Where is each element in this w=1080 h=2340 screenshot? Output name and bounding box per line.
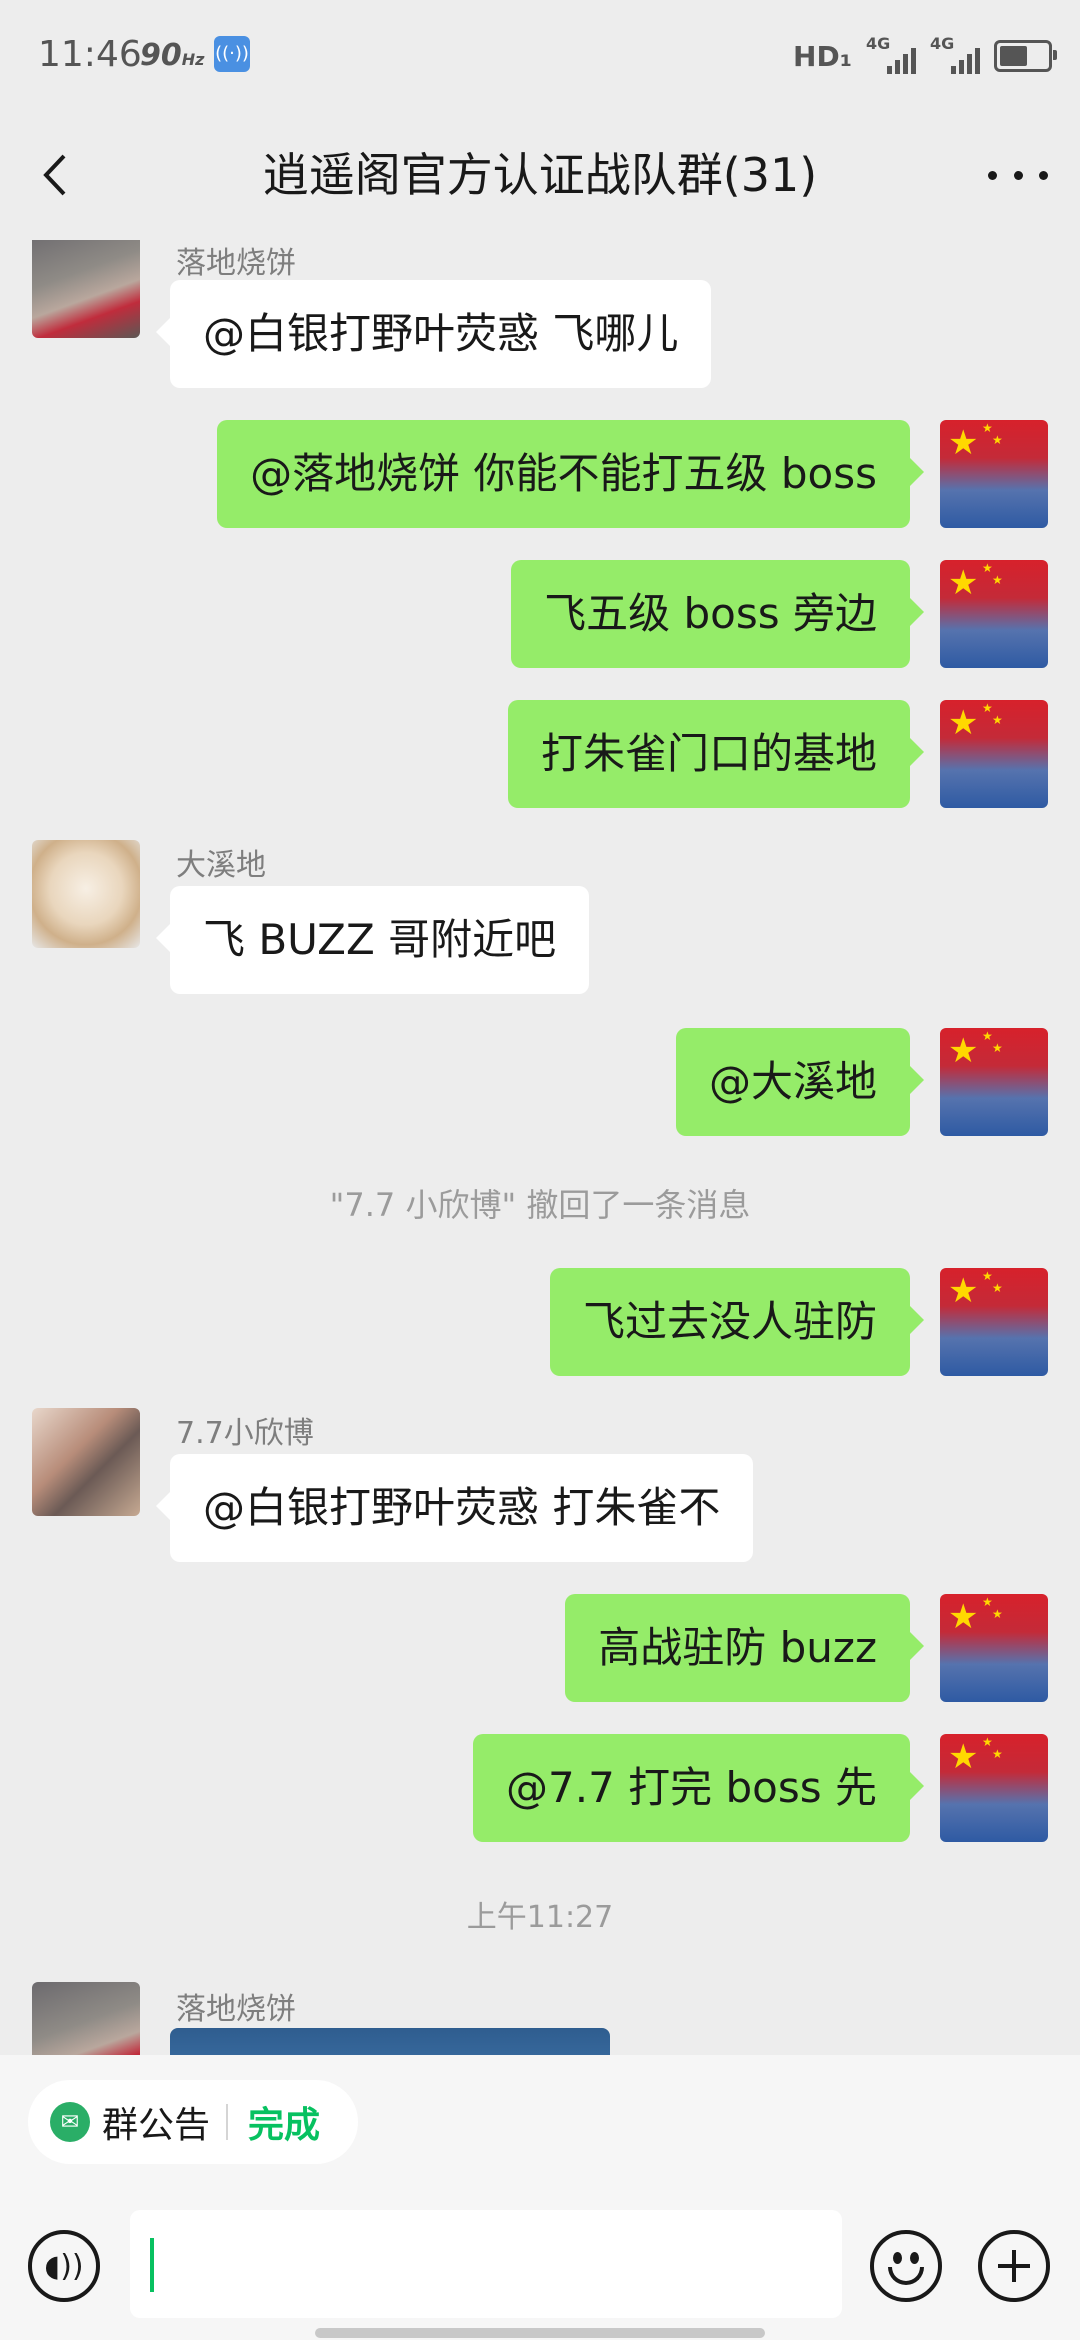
avatar[interactable] bbox=[32, 1408, 140, 1516]
avatar[interactable]: ★ ★ ★ bbox=[940, 1268, 1048, 1376]
avatar[interactable]: ★ ★ ★ bbox=[940, 560, 1048, 668]
avatar[interactable]: ★ ★ ★ bbox=[940, 420, 1048, 528]
message-bubble-outgoing[interactable]: @7.7 打完 boss 先 bbox=[473, 1734, 924, 1842]
sender-name: 落地烧饼 bbox=[176, 1992, 296, 2027]
chat-message-list[interactable]: 落地烧饼 @白银打野叶荧惑 飞哪儿 ★ ★ ★ @落地烧饼 你能不能打五级 boss… bbox=[0, 240, 1080, 2055]
signal-icon: 4G bbox=[866, 34, 916, 74]
plus-icon[interactable] bbox=[978, 2230, 1050, 2302]
sender-name: 落地烧饼 bbox=[176, 246, 296, 281]
voice-input-button[interactable]: ◖)) bbox=[28, 2230, 100, 2302]
home-indicator[interactable] bbox=[315, 2328, 765, 2338]
divider bbox=[226, 2104, 229, 2140]
status-bar: 11:46 90Hz ((·)) HD₁ 4G 4G bbox=[0, 0, 1080, 110]
text-caret bbox=[150, 2238, 154, 2292]
avatar[interactable] bbox=[32, 1982, 140, 2055]
avatar[interactable]: ★ ★ ★ bbox=[940, 1594, 1048, 1702]
avatar[interactable]: ★ ★ ★ bbox=[940, 1028, 1048, 1136]
sender-name: 大溪地 bbox=[176, 848, 266, 883]
hotspot-icon: ((·)) bbox=[214, 36, 250, 72]
refresh-rate-unit: Hz bbox=[181, 50, 205, 69]
status-right: HD₁ 4G 4G bbox=[793, 34, 1057, 76]
message-bubble-incoming[interactable]: 飞 BUZZ 哥附近吧 bbox=[155, 886, 590, 994]
refresh-rate-value: 90 bbox=[140, 38, 182, 73]
message-bubble-outgoing[interactable]: 飞过去没人驻防 bbox=[549, 1268, 925, 1376]
sender-name: 7.7小欣博 bbox=[176, 1416, 314, 1451]
refresh-rate: 90Hz bbox=[140, 38, 204, 73]
signal-icon-2: 4G bbox=[930, 34, 980, 74]
emoji-icon-mouth bbox=[888, 2267, 924, 2285]
recall-notice: "7.7 小欣博" 撤回了一条消息 bbox=[329, 1186, 751, 1224]
message-bubble-incoming[interactable]: @白银打野叶荧惑 打朱雀不 bbox=[155, 1454, 754, 1562]
avatar[interactable]: ★ ★ ★ bbox=[940, 1734, 1048, 1842]
avatar[interactable]: ★ ★ ★ bbox=[940, 700, 1048, 808]
notice-label: 群公告 bbox=[102, 2105, 211, 2146]
nav-bar: 逍遥阁官方认证战队群(31) bbox=[0, 110, 1080, 240]
more-button[interactable] bbox=[988, 150, 1048, 200]
more-dot-icon bbox=[1013, 170, 1023, 180]
more-dot-icon bbox=[1039, 170, 1048, 180]
notice-icon: ✉ bbox=[50, 2102, 90, 2142]
group-notice-pill[interactable]: ✉ 群公告 完成 bbox=[28, 2080, 358, 2164]
status-time: 11:46 bbox=[38, 34, 142, 75]
chat-title: 逍遥阁官方认证战队群(31) bbox=[262, 148, 818, 202]
message-bubble-outgoing[interactable]: @大溪地 bbox=[675, 1028, 925, 1136]
timestamp: 上午11:27 bbox=[466, 1900, 614, 1935]
emoji-button[interactable] bbox=[870, 2230, 942, 2302]
emoji-icon-eye bbox=[910, 2252, 919, 2264]
image-message[interactable] bbox=[170, 2028, 610, 2055]
battery-icon bbox=[994, 40, 1057, 72]
back-button[interactable] bbox=[32, 150, 82, 200]
hd-label: HD₁ bbox=[793, 39, 852, 73]
message-bubble-outgoing[interactable]: @落地烧饼 你能不能打五级 boss bbox=[217, 420, 924, 528]
message-bubble-incoming[interactable]: @白银打野叶荧惑 飞哪儿 bbox=[155, 280, 712, 388]
chevron-left-icon bbox=[43, 154, 66, 196]
avatar[interactable] bbox=[32, 240, 140, 338]
done-button[interactable]: 完成 bbox=[248, 2096, 320, 2148]
emoji-icon bbox=[893, 2252, 902, 2264]
more-dot-icon bbox=[988, 170, 997, 180]
message-bubble-outgoing[interactable]: 打朱雀门口的基地 bbox=[507, 700, 925, 808]
avatar[interactable] bbox=[32, 840, 140, 948]
message-bubble-outgoing[interactable]: 飞五级 boss 旁边 bbox=[511, 560, 924, 668]
message-input[interactable] bbox=[130, 2210, 842, 2318]
message-bubble-outgoing[interactable]: 高战驻防 buzz bbox=[565, 1594, 924, 1702]
voice-icon: ◖)) bbox=[44, 2248, 84, 2284]
input-area: ✉ 群公告 完成 ◖)) bbox=[0, 2055, 1080, 2340]
